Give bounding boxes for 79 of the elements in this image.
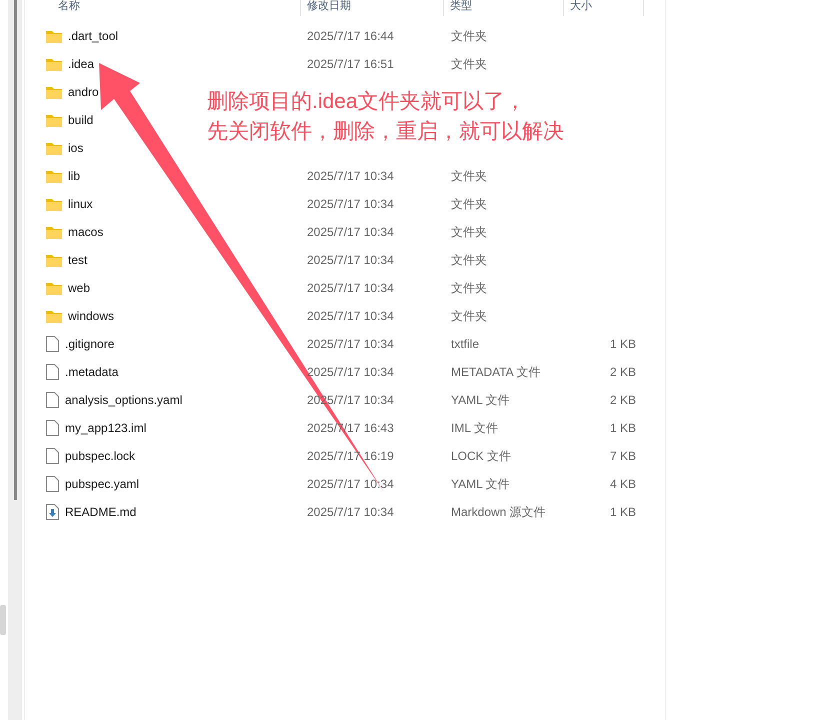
file-icon bbox=[46, 364, 59, 380]
file-type: 文件夹 bbox=[451, 252, 487, 268]
modified-date: 2025/7/17 16:51 bbox=[307, 57, 394, 71]
file-name[interactable]: README.md bbox=[65, 505, 136, 519]
file-type: YAML 文件 bbox=[451, 392, 510, 408]
file-type: 文件夹 bbox=[451, 28, 487, 44]
file-name[interactable]: .metadata bbox=[65, 365, 118, 379]
file-type: METADATA 文件 bbox=[451, 364, 540, 380]
modified-date: 2025/7/17 16:19 bbox=[307, 449, 394, 463]
file-name[interactable]: build bbox=[68, 113, 94, 127]
file-size: 1 KB bbox=[610, 337, 636, 351]
modified-date: 2025/7/17 10:34 bbox=[307, 505, 394, 519]
file-name[interactable]: .gitignore bbox=[65, 337, 114, 351]
annotation-text: 删除项目的.idea文件夹就可以了， bbox=[207, 89, 527, 115]
folder-icon bbox=[46, 30, 62, 42]
file-type: 文件夹 bbox=[451, 308, 487, 324]
file-size: 1 KB bbox=[610, 505, 636, 519]
file-type: 文件夹 bbox=[451, 168, 487, 184]
scrollbar-thumb[interactable] bbox=[14, 0, 17, 500]
file-name[interactable]: .dart_tool bbox=[68, 29, 118, 43]
folder-icon bbox=[46, 86, 62, 98]
folder-icon bbox=[46, 58, 62, 70]
annotation-text: 先关闭软件，删除，重启，就可以解决 bbox=[207, 119, 564, 145]
file-name[interactable]: pubspec.yaml bbox=[65, 477, 140, 491]
modified-date: 2025/7/17 10:34 bbox=[307, 197, 394, 211]
modified-date: 2025/7/17 10:34 bbox=[307, 337, 394, 351]
file-name[interactable]: linux bbox=[68, 197, 93, 211]
file-type: IML 文件 bbox=[451, 420, 498, 436]
modified-date: 2025/7/17 10:34 bbox=[307, 281, 394, 295]
folder-icon bbox=[46, 142, 62, 154]
column-header[interactable]: 类型 bbox=[450, 0, 472, 12]
file-name[interactable]: test bbox=[68, 253, 88, 267]
modified-date: 2025/7/17 10:34 bbox=[307, 309, 394, 323]
document-icon bbox=[46, 504, 59, 520]
folder-icon bbox=[46, 198, 62, 210]
folder-icon bbox=[46, 170, 62, 182]
file-size: 4 KB bbox=[610, 477, 636, 491]
folder-icon bbox=[46, 114, 62, 126]
file-type: 文件夹 bbox=[451, 280, 487, 296]
modified-date: 2025/7/17 10:34 bbox=[307, 169, 394, 183]
file-type: txtfile bbox=[451, 337, 480, 351]
file-name[interactable]: my_app123.iml bbox=[65, 421, 146, 435]
file-name[interactable]: analysis_options.yaml bbox=[65, 393, 182, 407]
folder-icon bbox=[46, 310, 62, 322]
file-name[interactable]: macos bbox=[68, 225, 104, 239]
file-name[interactable]: windows bbox=[68, 309, 114, 323]
folder-icon bbox=[46, 254, 62, 266]
modified-date: 2025/7/17 10:34 bbox=[307, 365, 394, 379]
folder-icon bbox=[46, 226, 62, 238]
file-icon bbox=[46, 476, 59, 492]
file-size: 2 KB bbox=[610, 393, 636, 407]
modified-date: 2025/7/17 10:34 bbox=[307, 253, 394, 267]
file-icon bbox=[46, 448, 59, 464]
file-icon bbox=[46, 336, 59, 352]
file-size: 2 KB bbox=[610, 365, 636, 379]
file-type: 文件夹 bbox=[451, 196, 487, 212]
file-type: 文件夹 bbox=[451, 56, 487, 72]
column-header[interactable]: 修改日期 bbox=[307, 0, 351, 12]
file-size: 1 KB bbox=[610, 421, 636, 435]
modified-date: 2025/7/17 10:34 bbox=[307, 477, 394, 491]
folder-icon bbox=[46, 282, 62, 294]
modified-date: 2025/7/17 16:44 bbox=[307, 29, 394, 43]
file-icon bbox=[46, 420, 59, 436]
file-type: Markdown 源文件 bbox=[451, 504, 546, 520]
file-type: YAML 文件 bbox=[451, 476, 510, 492]
file-name[interactable]: web bbox=[68, 281, 90, 295]
file-icon bbox=[46, 392, 59, 408]
file-name[interactable]: lib bbox=[68, 169, 80, 183]
file-name[interactable]: pubspec.lock bbox=[65, 449, 136, 463]
modified-date: 2025/7/17 10:34 bbox=[307, 225, 394, 239]
column-header[interactable]: 大小 bbox=[570, 0, 592, 12]
resize-handle[interactable] bbox=[0, 605, 6, 635]
file-type: 文件夹 bbox=[451, 224, 487, 240]
file-name[interactable]: ios bbox=[68, 141, 84, 155]
file-size: 7 KB bbox=[610, 449, 636, 463]
file-type: LOCK 文件 bbox=[451, 448, 512, 464]
file-name[interactable]: andro bbox=[68, 85, 99, 99]
file-name[interactable]: .idea bbox=[68, 57, 94, 71]
column-header[interactable]: 名称 bbox=[58, 0, 80, 12]
